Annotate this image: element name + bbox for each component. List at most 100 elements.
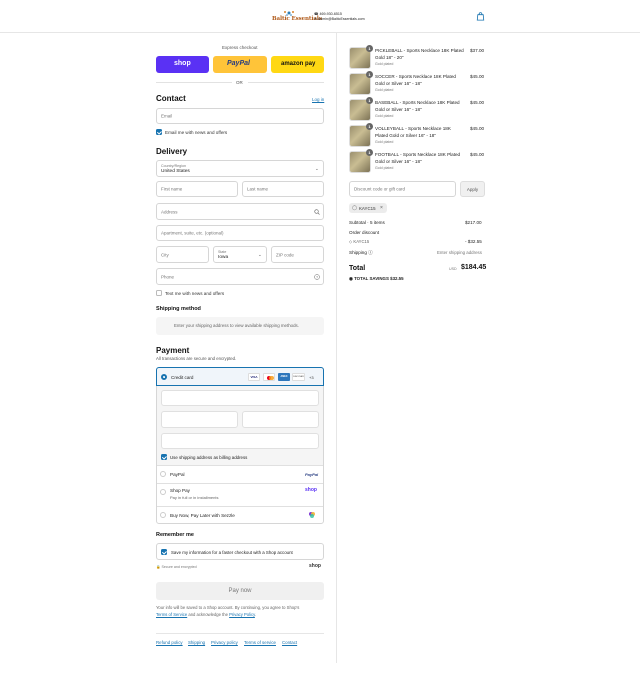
shipping-label: Shipping <box>349 250 367 255</box>
paypal-button-label: PayPal <box>227 60 250 67</box>
cart-item-price: $45.00 <box>470 74 485 79</box>
header-email: ✉ Admin@BalticEssentials.com <box>314 17 365 21</box>
city-placeholder: City <box>161 252 169 257</box>
site-header: Baltic Essentials ☎ 469-930-6515 ✉ Admin… <box>0 0 640 33</box>
discover-icon: DISCOVER <box>292 373 305 381</box>
secure-encrypted-label: Secure and encrypted <box>161 565 197 569</box>
product-thumbnail: 1 <box>349 45 373 69</box>
discount-value: - $32.55 <box>465 239 482 244</box>
store-logo[interactable]: Baltic Essentials <box>272 10 322 23</box>
footer-privacy-policy[interactable]: Privacy policy <box>211 640 238 645</box>
pay-now-button[interactable]: Pay now <box>156 582 324 600</box>
apartment-placeholder: Apartment, suite, etc. (optional) <box>161 230 224 236</box>
apply-button[interactable]: Apply <box>460 181 485 197</box>
zip-field[interactable]: ZIP code <box>271 246 324 263</box>
delivery-heading: Delivery <box>156 147 188 156</box>
shop-pay-button[interactable]: shop <box>156 56 209 73</box>
payment-divider <box>157 465 323 466</box>
cart-item-variant: Gold plated <box>375 88 394 92</box>
text-news-checkbox[interactable] <box>156 290 162 296</box>
total-value: $184.45 <box>461 264 487 271</box>
discount-code-field[interactable]: Discount code or gift card <box>349 181 456 197</box>
or-divider-right <box>248 82 324 83</box>
terms-link[interactable]: Terms of Service <box>156 612 187 617</box>
shopping-bag-icon[interactable] <box>476 12 485 21</box>
privacy-link[interactable]: Privacy Policy <box>229 612 255 617</box>
shoppay-option-label: Shop Pay <box>170 488 190 493</box>
last-name-field[interactable]: Last name <box>242 181 324 197</box>
state-select[interactable]: State Iowa ⌄ <box>213 246 267 263</box>
email-field[interactable]: Email <box>156 108 324 124</box>
first-name-placeholder: First name <box>161 186 183 192</box>
card-cvv-field[interactable] <box>242 411 319 428</box>
save-info-checkbox[interactable] <box>161 549 167 555</box>
phone-field[interactable]: Phone ? <box>156 268 324 285</box>
apartment-field[interactable]: Apartment, suite, etc. (optional) <box>156 225 324 241</box>
address-placeholder: Address <box>161 209 178 214</box>
lock-icon: 🔒 <box>156 565 161 569</box>
phone-text: 469-930-6515 <box>319 12 342 16</box>
shoppay-option-sub: Pay in full or in installments <box>170 495 219 500</box>
first-name-field[interactable]: First name <box>156 181 238 197</box>
discount-code-row: ◇ KAYC15 <box>349 239 369 244</box>
tag-icon: ◉ <box>349 276 353 281</box>
cart-item-title: SOCCER - Sports Necklace 18K Plated Gold … <box>375 74 456 86</box>
cart-item-price: $45.00 <box>470 152 485 157</box>
country-label: Country/Region <box>161 163 186 168</box>
cart-item-title: VOLLEYBALL - Sports Necklace 18K Plated G… <box>375 126 451 138</box>
phone-icon: ☎ <box>314 12 319 16</box>
legal-notice: Your info will be saved to a Shop accoun… <box>156 604 326 618</box>
footer-shipping[interactable]: Shipping <box>188 640 205 645</box>
quantity-badge: 1 <box>366 71 373 78</box>
credit-card-option[interactable]: Credit card VISA AMEX DISCOVER +3 <box>156 367 324 386</box>
express-checkout-title: Express checkout <box>222 45 258 50</box>
tag-icon: ◇ <box>349 239 353 244</box>
paypal-button[interactable]: PayPal <box>213 56 267 73</box>
footer-divider <box>156 633 324 634</box>
cart-item-title: FOOTBALL - Sports Necklace 18K Plated Gol… <box>375 152 461 164</box>
applied-code: KAYC15 <box>359 205 376 211</box>
cart-item-variant: Gold plated <box>375 62 394 66</box>
quantity-badge: 1 <box>366 97 373 104</box>
product-thumbnail: 1 <box>349 71 373 95</box>
cart-item-variant: Gold plated <box>375 140 394 144</box>
footer-contact[interactable]: Contact <box>282 640 297 645</box>
footer-terms-of-service[interactable]: Terms of service <box>244 640 276 645</box>
remember-me-box: Save my information for a faster checkou… <box>156 543 324 560</box>
quantity-badge: 1 <box>366 123 373 130</box>
email-news-checkbox[interactable] <box>156 129 162 135</box>
shipping-method-heading: Shipping method <box>156 306 201 312</box>
footer-refund-policy[interactable]: Refund policy <box>156 640 183 645</box>
billing-same-checkbox[interactable] <box>161 454 167 460</box>
shipping-method-note: Enter your shipping address to view avai… <box>174 323 299 328</box>
cart-item-title: PICKLEBALL - Sports Necklace 18K Plated G… <box>375 48 464 60</box>
card-expiry-field[interactable] <box>161 411 238 428</box>
legal-end: . <box>254 612 257 617</box>
total-savings-row: ◉ TOTAL SAVINGS $32.55 <box>349 276 404 282</box>
login-link[interactable]: Log in <box>312 97 324 102</box>
payment-heading: Payment <box>156 346 190 355</box>
amazon-pay-button[interactable]: amazon pay <box>271 56 324 73</box>
cart-item-variant: Gold plated <box>375 166 394 170</box>
card-number-field[interactable] <box>161 390 319 406</box>
mastercard-icon <box>263 373 275 381</box>
country-select[interactable]: Country/Region United States ⌄ <box>156 160 324 177</box>
address-field[interactable]: Address <box>156 203 324 220</box>
zip-placeholder: ZIP code <box>276 252 294 257</box>
secure-encrypted: 🔒 Secure and encrypted <box>156 565 197 569</box>
help-icon[interactable]: ⓘ <box>368 250 373 255</box>
product-thumbnail: 1 <box>349 149 373 173</box>
city-field[interactable]: City <box>156 246 209 263</box>
sezzle-radio[interactable] <box>160 512 166 518</box>
close-icon[interactable]: × <box>380 205 383 211</box>
name-on-card-field[interactable] <box>161 433 319 449</box>
shoppay-radio[interactable] <box>160 489 166 495</box>
discount-placeholder: Discount code or gift card <box>354 186 406 192</box>
help-icon[interactable]: ? <box>314 274 320 280</box>
column-divider <box>336 33 337 663</box>
credit-card-radio[interactable] <box>161 374 167 380</box>
mail-icon: ✉ <box>314 17 318 21</box>
credit-card-label: Credit card <box>171 374 194 380</box>
paypal-radio[interactable] <box>160 471 166 477</box>
remember-me-heading: Remember me <box>156 532 194 538</box>
